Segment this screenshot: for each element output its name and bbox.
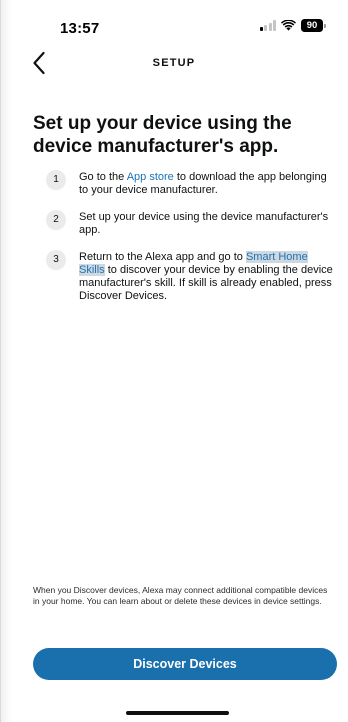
page-title: Set up your device using the device manu…	[33, 113, 292, 157]
step-number-badge: 3	[46, 250, 66, 270]
step-text: Set up your device using the device manu…	[79, 211, 329, 236]
step-number-badge: 2	[46, 210, 66, 230]
status-time: 13:57	[60, 20, 100, 37]
status-bar: 13:57 90	[0, 0, 348, 44]
wifi-icon	[281, 20, 296, 31]
nav-bar: SETUP	[0, 44, 348, 84]
app-store-link[interactable]: App store	[127, 171, 174, 183]
step-text-part: to discover your device by enabling the …	[79, 264, 333, 302]
home-indicator[interactable]	[126, 711, 229, 715]
step-1: 1 Go to the App store to download the ap…	[46, 170, 336, 197]
status-icons: 90	[259, 19, 326, 32]
battery-level: 90	[301, 19, 323, 32]
battery-icon: 90	[301, 19, 326, 32]
step-text-part: Return to the Alexa app and go to	[79, 251, 246, 263]
cellular-signal-icon	[259, 20, 276, 31]
discover-disclaimer: When you Discover devices, Alexa may con…	[33, 585, 328, 606]
window-edge	[0, 0, 12, 722]
step-text: Go to the App store to download the app …	[79, 170, 336, 197]
steps-list: 1 Go to the App store to download the ap…	[46, 170, 336, 316]
step-2: 2 Set up your device using the device ma…	[46, 210, 336, 237]
step-3: 3 Return to the Alexa app and go to Smar…	[46, 250, 336, 303]
step-number-badge: 1	[46, 170, 66, 190]
step-text-part: Go to the	[79, 171, 127, 183]
step-text: Return to the Alexa app and go to Smart …	[79, 250, 336, 303]
nav-title: SETUP	[152, 57, 196, 69]
discover-devices-button[interactable]: Discover Devices	[33, 648, 337, 680]
